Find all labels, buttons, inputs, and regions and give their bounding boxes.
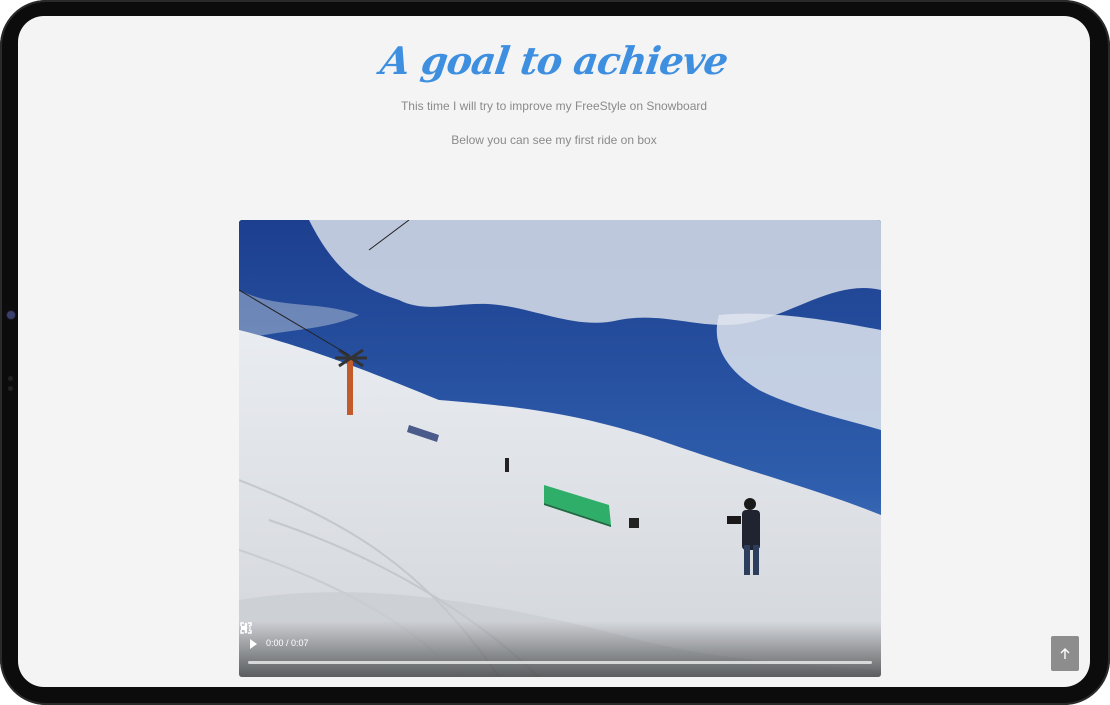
video-time: 0:00 / 0:07 xyxy=(266,638,309,648)
sensor-dot xyxy=(8,386,13,391)
page-subtitle-2: Below you can see my first ride on box xyxy=(451,133,657,147)
sensor-dot xyxy=(8,376,13,381)
video-frame xyxy=(239,220,881,677)
video-player[interactable]: 0:00 / 0:07 xyxy=(239,220,881,677)
arrow-up-icon xyxy=(1060,647,1070,659)
screen: A goal to achieve This time I will try t… xyxy=(18,16,1090,687)
video-controls: 0:00 / 0:07 xyxy=(239,621,881,677)
page-title: A goal to achieve xyxy=(377,38,731,83)
tablet-frame: A goal to achieve This time I will try t… xyxy=(0,0,1110,705)
more-vertical-icon[interactable] xyxy=(239,621,253,635)
scroll-to-top-button[interactable] xyxy=(1051,636,1079,671)
play-icon[interactable] xyxy=(247,637,261,651)
front-camera xyxy=(7,311,15,319)
video-progress-bar[interactable] xyxy=(248,661,872,664)
page-subtitle: This time I will try to improve my FreeS… xyxy=(400,99,708,113)
